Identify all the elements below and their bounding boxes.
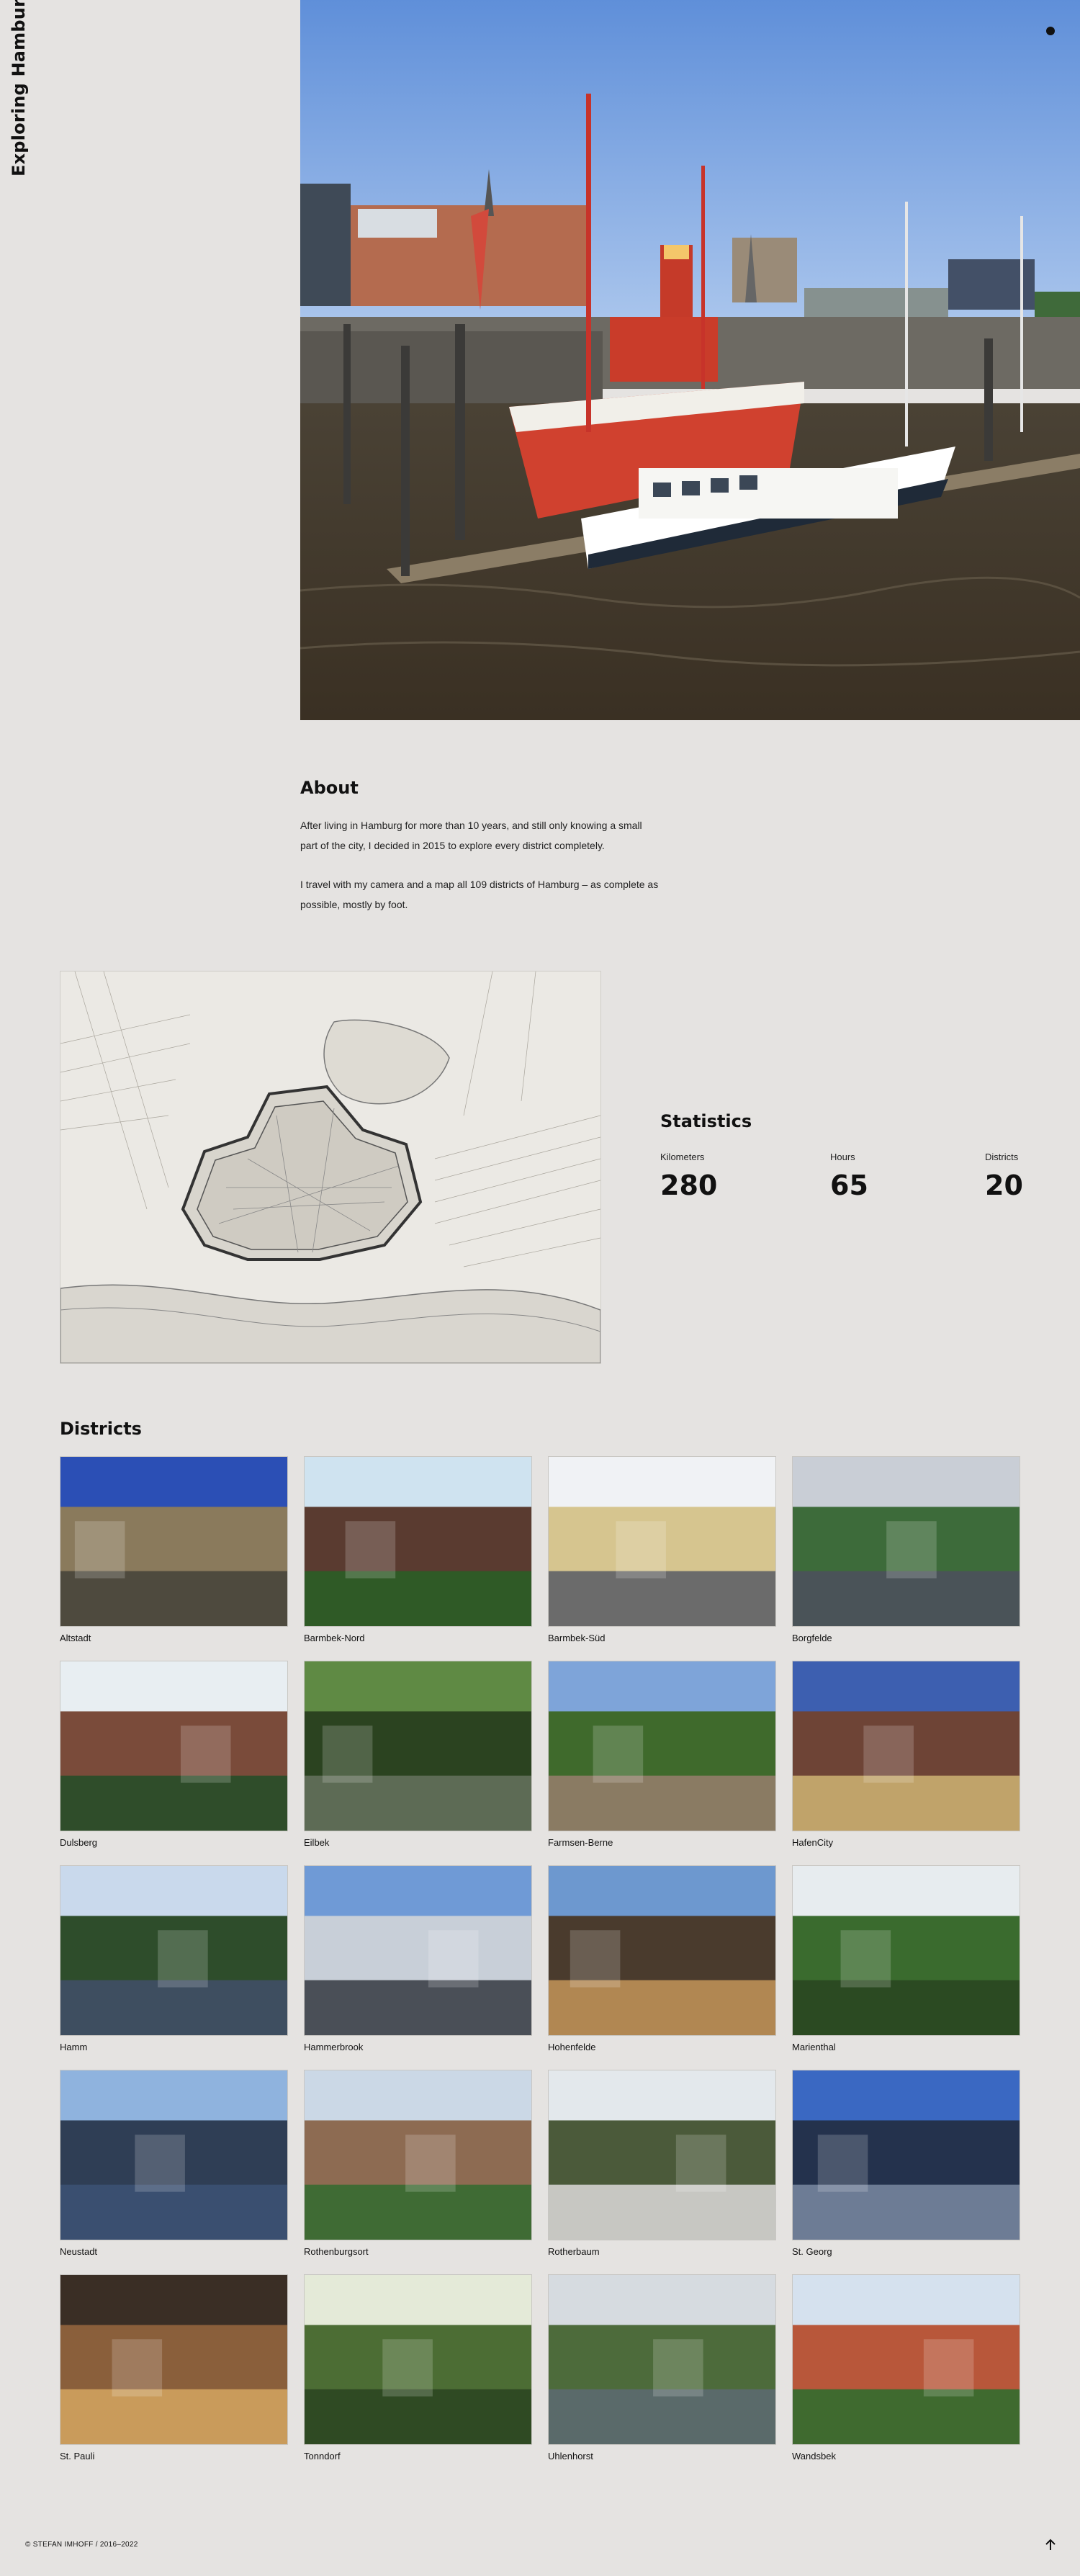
stat-value: 280 xyxy=(660,1170,718,1201)
stat-value: 20 xyxy=(985,1170,1023,1201)
district-card[interactable]: Borgfelde xyxy=(792,1456,1020,1644)
district-name[interactable]: Marienthal xyxy=(792,2042,1020,2053)
district-card[interactable]: Hohenfelde xyxy=(548,1865,776,2053)
district-card[interactable]: Rotherbaum xyxy=(548,2070,776,2258)
district-photo[interactable] xyxy=(548,1661,776,1831)
district-photo[interactable] xyxy=(304,1456,532,1627)
about-paragraph-2: I travel with my camera and a map all 10… xyxy=(300,879,659,910)
district-name[interactable]: Barmbek-Nord xyxy=(304,1633,532,1644)
district-card[interactable]: Eilbek xyxy=(304,1661,532,1849)
district-photo[interactable] xyxy=(60,2070,288,2240)
district-name[interactable]: Wandsbek xyxy=(792,2451,1020,2462)
district-card[interactable]: Neustadt xyxy=(60,2070,288,2258)
district-photo[interactable] xyxy=(792,2070,1020,2240)
stat-label: Kilometers xyxy=(660,1152,705,1162)
district-name[interactable]: Farmsen-Berne xyxy=(548,1837,776,1849)
district-name[interactable]: St. Pauli xyxy=(60,2451,288,2462)
districts-grid: Altstadt Barmbek-Nord Barmbek-Süd Borgfelde… xyxy=(60,1456,1020,2462)
stat-kilometers: Kilometers 280 xyxy=(660,1152,717,1201)
district-card[interactable]: Farmsen-Berne xyxy=(548,1661,776,1849)
district-photo[interactable] xyxy=(548,1456,776,1627)
about-section: About After living in Hamburg for more t… xyxy=(300,778,660,933)
historic-map-image xyxy=(60,971,601,1364)
district-name[interactable]: Altstadt xyxy=(60,1633,288,1644)
district-name[interactable]: Borgfelde xyxy=(792,1633,1020,1644)
district-name[interactable]: Rothenburgsort xyxy=(304,2246,532,2258)
stat-districts: Districts 20 xyxy=(985,1152,1023,1201)
statistics-section: Statistics Kilometers 280 Hours 65 Distr… xyxy=(660,1111,1023,1201)
district-name[interactable]: Hammerbrook xyxy=(304,2042,532,2053)
district-name[interactable]: HafenCity xyxy=(792,1837,1020,1849)
district-card[interactable]: Uhlenhorst xyxy=(548,2274,776,2462)
district-name[interactable]: Eilbek xyxy=(304,1837,532,1849)
district-name[interactable]: Tonndorf xyxy=(304,2451,532,2462)
district-photo[interactable] xyxy=(304,2274,532,2445)
hero-image xyxy=(300,0,1080,720)
district-photo[interactable] xyxy=(60,1456,288,1627)
footer-copyright: © STEFAN IMHOFF / 2016–2022 xyxy=(25,2541,138,2549)
district-card[interactable]: Barmbek-Nord xyxy=(304,1456,532,1644)
district-photo[interactable] xyxy=(60,1865,288,2036)
district-name[interactable]: Uhlenhorst xyxy=(548,2451,776,2462)
district-photo[interactable] xyxy=(304,1865,532,2036)
district-name[interactable]: Hamm xyxy=(60,2042,288,2053)
menu-dot-icon[interactable] xyxy=(1046,27,1055,35)
districts-heading: Districts xyxy=(60,1419,142,1439)
district-card[interactable]: Altstadt xyxy=(60,1456,288,1644)
district-photo[interactable] xyxy=(60,1661,288,1831)
district-photo[interactable] xyxy=(792,1456,1020,1627)
stat-value: 65 xyxy=(830,1170,868,1201)
district-name[interactable]: Rotherbaum xyxy=(548,2246,776,2258)
district-photo[interactable] xyxy=(304,2070,532,2240)
district-card[interactable]: Wandsbek xyxy=(792,2274,1020,2462)
district-photo[interactable] xyxy=(548,2274,776,2445)
district-name[interactable]: Dulsberg xyxy=(60,1837,288,1849)
district-card[interactable]: St. Pauli xyxy=(60,2274,288,2462)
district-photo[interactable] xyxy=(60,2274,288,2445)
district-photo[interactable] xyxy=(792,1865,1020,2036)
district-photo[interactable] xyxy=(792,1661,1020,1831)
district-photo[interactable] xyxy=(304,1661,532,1831)
district-card[interactable]: Rothenburgsort xyxy=(304,2070,532,2258)
district-photo[interactable] xyxy=(548,2070,776,2240)
district-card[interactable]: St. Georg xyxy=(792,2070,1020,2258)
stat-label: Districts xyxy=(985,1152,1019,1162)
district-card[interactable]: Marienthal xyxy=(792,1865,1020,2053)
district-card[interactable]: Tonndorf xyxy=(304,2274,532,2462)
district-card[interactable]: Barmbek-Süd xyxy=(548,1456,776,1644)
district-name[interactable]: Neustadt xyxy=(60,2246,288,2258)
district-card[interactable]: Hamm xyxy=(60,1865,288,2053)
statistics-heading: Statistics xyxy=(660,1111,752,1131)
district-name[interactable]: Hohenfelde xyxy=(548,2042,776,2053)
district-name[interactable]: Barmbek-Süd xyxy=(548,1633,776,1644)
district-card[interactable]: Dulsberg xyxy=(60,1661,288,1849)
district-photo[interactable] xyxy=(548,1865,776,2036)
stat-hours: Hours 65 xyxy=(830,1152,868,1201)
site-title[interactable]: Exploring Hamburg xyxy=(9,0,29,176)
about-paragraph-1: After living in Hamburg for more than 10… xyxy=(300,820,642,851)
arrow-up-icon[interactable] xyxy=(1043,2538,1058,2552)
about-heading: About xyxy=(300,778,359,798)
district-photo[interactable] xyxy=(792,2274,1020,2445)
district-name[interactable]: St. Georg xyxy=(792,2246,1020,2258)
district-card[interactable]: Hammerbrook xyxy=(304,1865,532,2053)
stat-label: Hours xyxy=(830,1152,855,1162)
district-card[interactable]: HafenCity xyxy=(792,1661,1020,1849)
